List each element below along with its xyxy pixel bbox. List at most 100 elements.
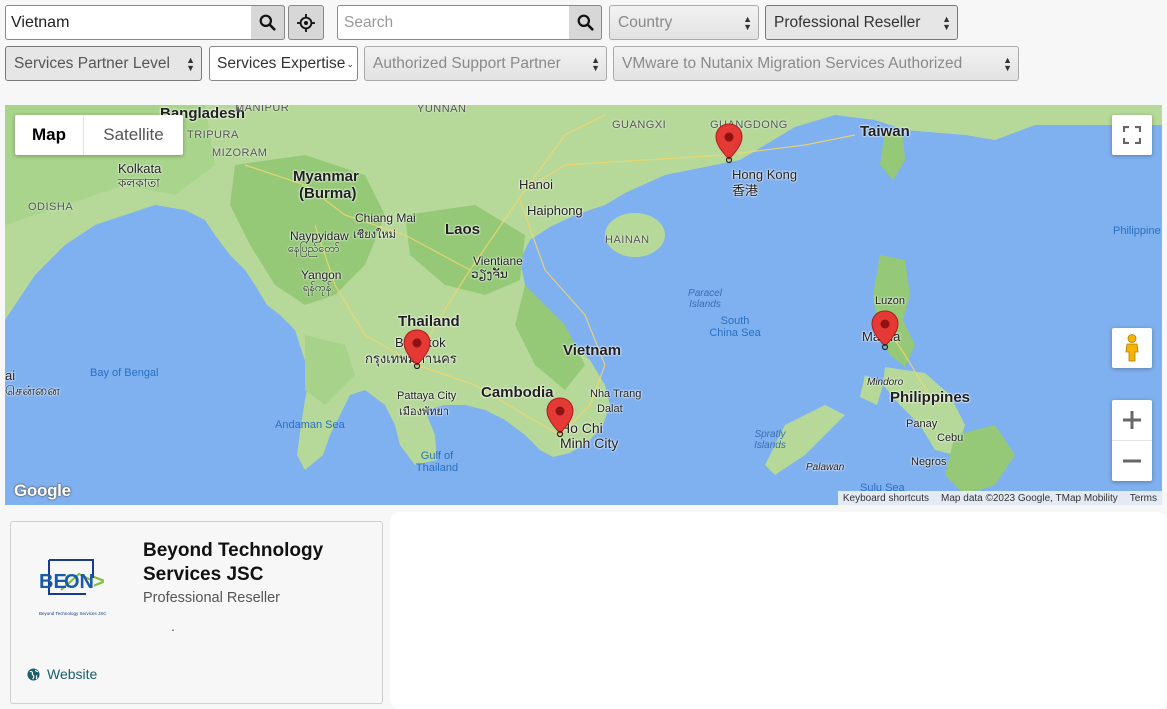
- map-type-satellite-label: Satellite: [103, 125, 164, 144]
- select-arrows-icon: ▲ ▼: [743, 13, 752, 32]
- fullscreen-button[interactable]: [1112, 115, 1152, 155]
- search-icon: [259, 14, 276, 31]
- map-label-cambodia: Cambodia: [481, 384, 554, 401]
- map-label-vietnam: Vietnam: [563, 342, 622, 359]
- pegman-icon: [1125, 334, 1139, 362]
- map-label-naypyidaw: Naypyidaw: [290, 229, 349, 243]
- map-data-attribution: Map data ©2023 Google, TMap Mobility: [941, 492, 1118, 504]
- map-label-dalat: Dalat: [597, 403, 623, 415]
- partner-type-label: Professional Reseller: [774, 13, 921, 31]
- svg-text:ON: ON: [64, 571, 94, 593]
- map-label-chennai-local-fragment: சென்னை: [5, 383, 60, 398]
- migration-authorized-label: VMware to Nutanix Migration Services Aut…: [622, 54, 963, 72]
- migration-authorized-select[interactable]: VMware to Nutanix Migration Services Aut…: [613, 46, 1019, 81]
- authorized-support-partner-label: Authorized Support Partner: [373, 54, 561, 72]
- terms-link[interactable]: Terms: [1130, 493, 1157, 504]
- company-type: Professional Reseller: [143, 590, 281, 606]
- company-logo[interactable]: BE ON > Beyond Technology Services JSC: [31, 550, 121, 620]
- company-logo-image: BE ON > Beyond Technology Services JSC: [39, 559, 107, 616]
- zoom-control: [1112, 400, 1152, 481]
- map-label-hongkong-local: 香港: [732, 183, 759, 198]
- map-label-mindoro: Mindoro: [867, 377, 904, 388]
- map-pin-icon[interactable]: [715, 123, 743, 163]
- company-name[interactable]: Beyond Technology Services JSC: [143, 539, 363, 587]
- globe-icon: [27, 667, 40, 681]
- locate-me-button[interactable]: [288, 5, 324, 40]
- map-label-yunnan: YUNNAN: [417, 105, 467, 115]
- results-empty-area: [390, 512, 1167, 709]
- map-label-cebu: Cebu: [937, 432, 964, 444]
- map-label-myanmar: Myanmar: [293, 168, 359, 185]
- map-label-yangon-local: ရန်ကုန်: [303, 282, 332, 294]
- location-value: Vietnam: [11, 13, 70, 31]
- map-label-philippine-sea: Philippine: [1113, 225, 1161, 237]
- street-view-button[interactable]: [1112, 328, 1152, 368]
- map-label-paracel: Paracel Islands: [688, 288, 722, 310]
- map-label-pattaya: Pattaya City: [397, 390, 457, 402]
- website-label: Website: [47, 666, 98, 682]
- select-arrows-icon: ▲ ▼: [186, 54, 195, 73]
- map-label-panay: Panay: [906, 418, 938, 430]
- website-link[interactable]: Website: [27, 666, 97, 682]
- keyboard-shortcuts-link[interactable]: Keyboard shortcuts: [843, 493, 929, 504]
- map-label-burma: (Burma): [299, 185, 357, 202]
- map-type-satellite-button[interactable]: Satellite: [84, 115, 183, 155]
- map-label-vientiane-local: ວຽງຈັນ: [471, 267, 508, 281]
- search-button[interactable]: [569, 5, 602, 40]
- chevron-down-icon: ⌄: [346, 58, 354, 69]
- map-label-laos: Laos: [445, 221, 481, 238]
- map-label-hainan: HAINAN: [605, 234, 650, 246]
- google-logo[interactable]: Google: [14, 481, 71, 501]
- map-label-kolkata: Kolkata: [118, 161, 162, 176]
- map-label-manipur: MANIPUR: [235, 105, 290, 114]
- select-arrows-icon: ▲ ▼: [591, 54, 600, 73]
- company-detail-dot: .: [171, 618, 175, 634]
- select-arrows-icon: ▲ ▼: [1003, 54, 1012, 73]
- map-label-nhatrang: Nha Trang: [590, 388, 642, 400]
- map-label-vientiane: Vientiane: [473, 254, 523, 268]
- zoom-in-button[interactable]: [1112, 400, 1152, 441]
- partner-result-card: BE ON > Beyond Technology Services JSC B…: [10, 521, 383, 704]
- search-input[interactable]: Search: [337, 5, 602, 40]
- map-canvas[interactable]: Bangladesh YUNNAN GUANGXI GUANGDONG Taiw…: [5, 105, 1162, 505]
- map-label-philippines: Philippines: [890, 389, 971, 406]
- map-label-chennai-fragment: ai: [5, 368, 16, 383]
- map-label-negros: Negros: [911, 456, 947, 468]
- map-pin-icon[interactable]: [871, 310, 899, 350]
- map-pin-icon[interactable]: [403, 329, 431, 369]
- map-label-tripura: TRIPURA: [187, 129, 239, 141]
- services-expertise-label: Services Expertise: [217, 54, 346, 72]
- map-label-palawan: Palawan: [806, 462, 845, 473]
- map-label-pattaya-local: เมืองพัทยา: [399, 406, 450, 418]
- map-attribution: Keyboard shortcuts Map data ©2023 Google…: [837, 491, 1162, 505]
- services-partner-level-select[interactable]: Services Partner Level ▲ ▼: [5, 46, 202, 81]
- crosshair-icon: [297, 13, 315, 32]
- map-label-odisha: ODISHA: [28, 201, 74, 213]
- partner-type-select[interactable]: Professional Reseller ▲ ▼: [765, 5, 958, 40]
- map-label-gulf-of-thailand: Gulf of Thailand: [415, 450, 459, 474]
- map-label-kolkata-local: কলকাতা: [118, 176, 160, 190]
- map-label-haiphong: Haiphong: [527, 203, 583, 218]
- country-select[interactable]: Country ▲ ▼: [609, 5, 759, 40]
- country-select-label: Country: [618, 13, 673, 31]
- svg-text:BE: BE: [39, 571, 67, 593]
- services-expertise-select[interactable]: Services Expertise ⌄: [209, 46, 358, 81]
- minus-icon: [1123, 459, 1141, 463]
- location-input[interactable]: Vietnam: [5, 5, 285, 40]
- map-label-mizoram: MIZORAM: [212, 147, 268, 159]
- map-type-map-button[interactable]: Map: [15, 115, 84, 155]
- location-search-button[interactable]: [251, 5, 285, 40]
- map-label-south-china-sea: South China Sea: [709, 315, 761, 339]
- map-label-hanoi: Hanoi: [519, 177, 553, 192]
- map-label-andaman-sea: Andaman Sea: [275, 419, 345, 431]
- map-label-chiangmai-local: เชียงใหม่: [353, 229, 396, 241]
- services-partner-level-label: Services Partner Level: [14, 54, 170, 72]
- search-icon: [577, 14, 594, 31]
- zoom-out-button[interactable]: [1112, 441, 1152, 481]
- plus-icon: [1123, 411, 1141, 429]
- authorized-support-partner-select[interactable]: Authorized Support Partner ▲ ▼: [364, 46, 607, 81]
- map-label-chiangmai: Chiang Mai: [355, 211, 416, 225]
- map-label-guangxi: GUANGXI: [612, 119, 667, 131]
- map-pin-icon[interactable]: [546, 397, 574, 437]
- map-label-thailand: Thailand: [398, 313, 460, 330]
